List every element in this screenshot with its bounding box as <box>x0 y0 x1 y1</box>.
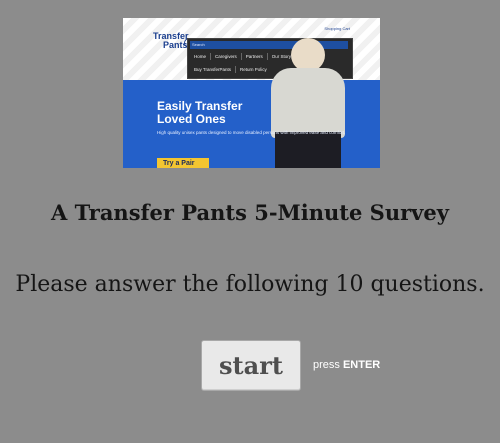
headline-line-2: Loved Ones <box>157 112 226 126</box>
hero-image: Transfer Pants Shopping Cart Search Home… <box>123 18 380 168</box>
nav-search: Search <box>190 41 348 49</box>
start-button[interactable]: start <box>201 340 301 391</box>
nav-row-2: Buy TransferPants Return Policy <box>190 66 271 73</box>
press-label: press <box>313 359 340 371</box>
survey-subtitle: Please answer the following 10 questions… <box>15 272 485 297</box>
shopping-cart-link: Shopping Cart <box>324 26 350 31</box>
nav-item-caregivers: Caregivers <box>211 53 242 60</box>
press-enter-hint: press ENTER <box>313 359 380 371</box>
nav-item-home: Home <box>190 53 212 60</box>
enter-key-label: ENTER <box>342 359 381 371</box>
headline-line-1: Easily Transfer <box>157 99 243 113</box>
hero-subtext: High quality unisex pants designed to mo… <box>157 130 346 135</box>
model-photo <box>263 38 353 168</box>
try-a-pair-button: Try a Pair <box>157 158 209 168</box>
survey-title: A Transfer Pants 5-Minute Survey <box>51 200 449 225</box>
nav-item-buy: Buy TransferPants <box>190 66 237 73</box>
hero-headline: Easily Transfer Loved Ones <box>157 100 267 126</box>
nav-item-partners: Partners <box>242 53 268 60</box>
